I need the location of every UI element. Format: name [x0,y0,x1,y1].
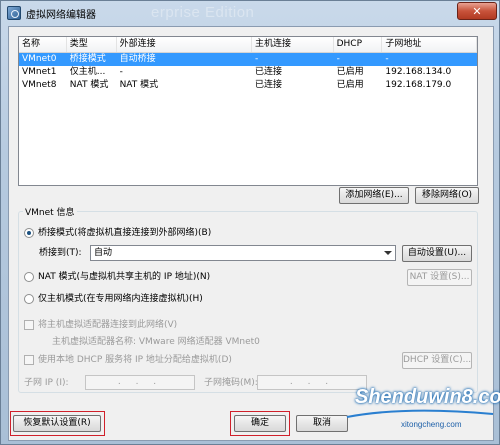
cancel-button[interactable]: 取消 [296,415,348,432]
use-dhcp-label[interactable]: 使用本地 DHCP 服务将 IP 地址分配给虚拟机(D) [38,354,232,366]
column-header-dhcp[interactable]: DHCP [334,37,383,52]
cell-external: NAT 模式 [119,80,159,90]
adapter-name-label: 主机虚拟适配器名称: VMware 网络适配器 VMnet0 [52,337,260,347]
column-header-host[interactable]: 主机连接 [252,37,334,52]
cell-dhcp: - [336,54,340,64]
column-header-type[interactable]: 类型 [67,37,117,52]
bridged-to-select[interactable]: 自动 [90,245,396,261]
add-network-button[interactable]: 添加网络(E)... [339,187,409,204]
connect-adapter-checkbox[interactable] [24,320,34,330]
subnet-ip-label: 子网 IP (I): [24,378,69,388]
subnet-ip-field[interactable]: . . . [85,375,195,390]
nat-mode-label[interactable]: NAT 模式(与虚拟机共享主机的 IP 地址)(N) [38,271,210,283]
chevron-down-icon [384,251,392,255]
remove-network-button[interactable]: 移除网络(O) [415,187,479,204]
cell-external: 自动桥接 [119,54,156,64]
title-bar: 虚拟网络编辑器 erprise Edition ✕ [1,1,500,25]
dialog-window: 虚拟网络编辑器 erprise Edition ✕ 名称 类型 外部连接 主机连… [0,0,500,445]
cell-subnet: 192.168.179.0 [385,80,452,90]
table-row[interactable]: VMnet8 NAT 模式 NAT 模式 已连接 已启用 192.168.179… [19,79,477,92]
connect-adapter-label[interactable]: 将主机虚拟适配器连接到此网络(V) [38,319,177,331]
table-row[interactable]: VMnet0 桥接模式 自动桥接 - - - [19,53,477,66]
cell-dhcp: 已启用 [336,67,364,77]
bridged-to-value: 自动 [94,248,113,258]
cell-type: 桥接模式 [69,54,106,64]
network-list[interactable]: 名称 类型 外部连接 主机连接 DHCP 子网地址 VMnet0 桥接模式 自动… [18,36,478,186]
list-header: 名称 类型 外部连接 主机连接 DHCP 子网地址 [19,37,477,53]
host-only-label[interactable]: 仅主机模式(在专用网络内连接虚拟机)(H) [38,293,203,305]
title-watermark: erprise Edition [151,4,255,21]
cell-subnet: 192.168.134.0 [385,67,452,77]
cell-type: NAT 模式 [69,80,109,90]
cell-subnet: - [385,54,389,64]
cell-type: 仅主机... [69,67,106,77]
nat-settings-button[interactable]: NAT 设置(S)... [407,269,472,286]
vmnet-info-group: VMnet 信息 桥接模式(将虚拟机直接连接到外部网络)(B) 桥接到(T): … [18,205,478,393]
watermark-sub-text: xitongcheng.com [401,420,462,429]
use-dhcp-checkbox[interactable] [24,355,34,365]
bridged-mode-radio[interactable] [24,228,34,238]
cell-host: - [254,54,259,64]
close-icon: ✕ [472,4,482,18]
cell-name: VMnet8 [22,80,57,90]
column-header-subnet[interactable]: 子网地址 [382,37,477,52]
cell-host: 已连接 [254,67,282,77]
host-only-radio[interactable] [24,294,34,304]
network-editor-icon [7,6,21,20]
cell-host: 已连接 [254,80,282,90]
watermark-logo-text: Shenduwin8.com [355,386,500,408]
column-header-external[interactable]: 外部连接 [117,37,252,52]
cell-external: - [119,67,123,77]
dhcp-settings-button[interactable]: DHCP 设置(C)... [402,352,472,369]
close-button[interactable]: ✕ [457,2,497,20]
cell-name: VMnet0 [22,54,57,64]
highlight-box [230,411,290,436]
auto-settings-button[interactable]: 自动设置(U)... [402,245,472,262]
table-row[interactable]: VMnet1 仅主机... - 已连接 已启用 192.168.134.0 [19,66,477,79]
subnet-mask-label: 子网掩码(M): [204,378,258,388]
cell-dhcp: 已启用 [336,80,364,90]
vmnet-info-label: VMnet 信息 [23,205,77,218]
highlight-box [10,411,105,436]
bridged-to-label: 桥接到(T): [39,248,82,258]
bridged-mode-label[interactable]: 桥接模式(将虚拟机直接连接到外部网络)(B) [38,227,211,239]
window-title: 虚拟网络编辑器 [26,9,96,21]
watermark-swoosh-icon [346,409,494,418]
nat-mode-radio[interactable] [24,272,34,282]
cell-name: VMnet1 [22,67,57,77]
dialog-client-area: 名称 类型 外部连接 主机连接 DHCP 子网地址 VMnet0 桥接模式 自动… [8,26,494,441]
column-header-name[interactable]: 名称 [19,37,67,52]
site-watermark: Shenduwin8.com xitongcheng.com [345,386,500,442]
